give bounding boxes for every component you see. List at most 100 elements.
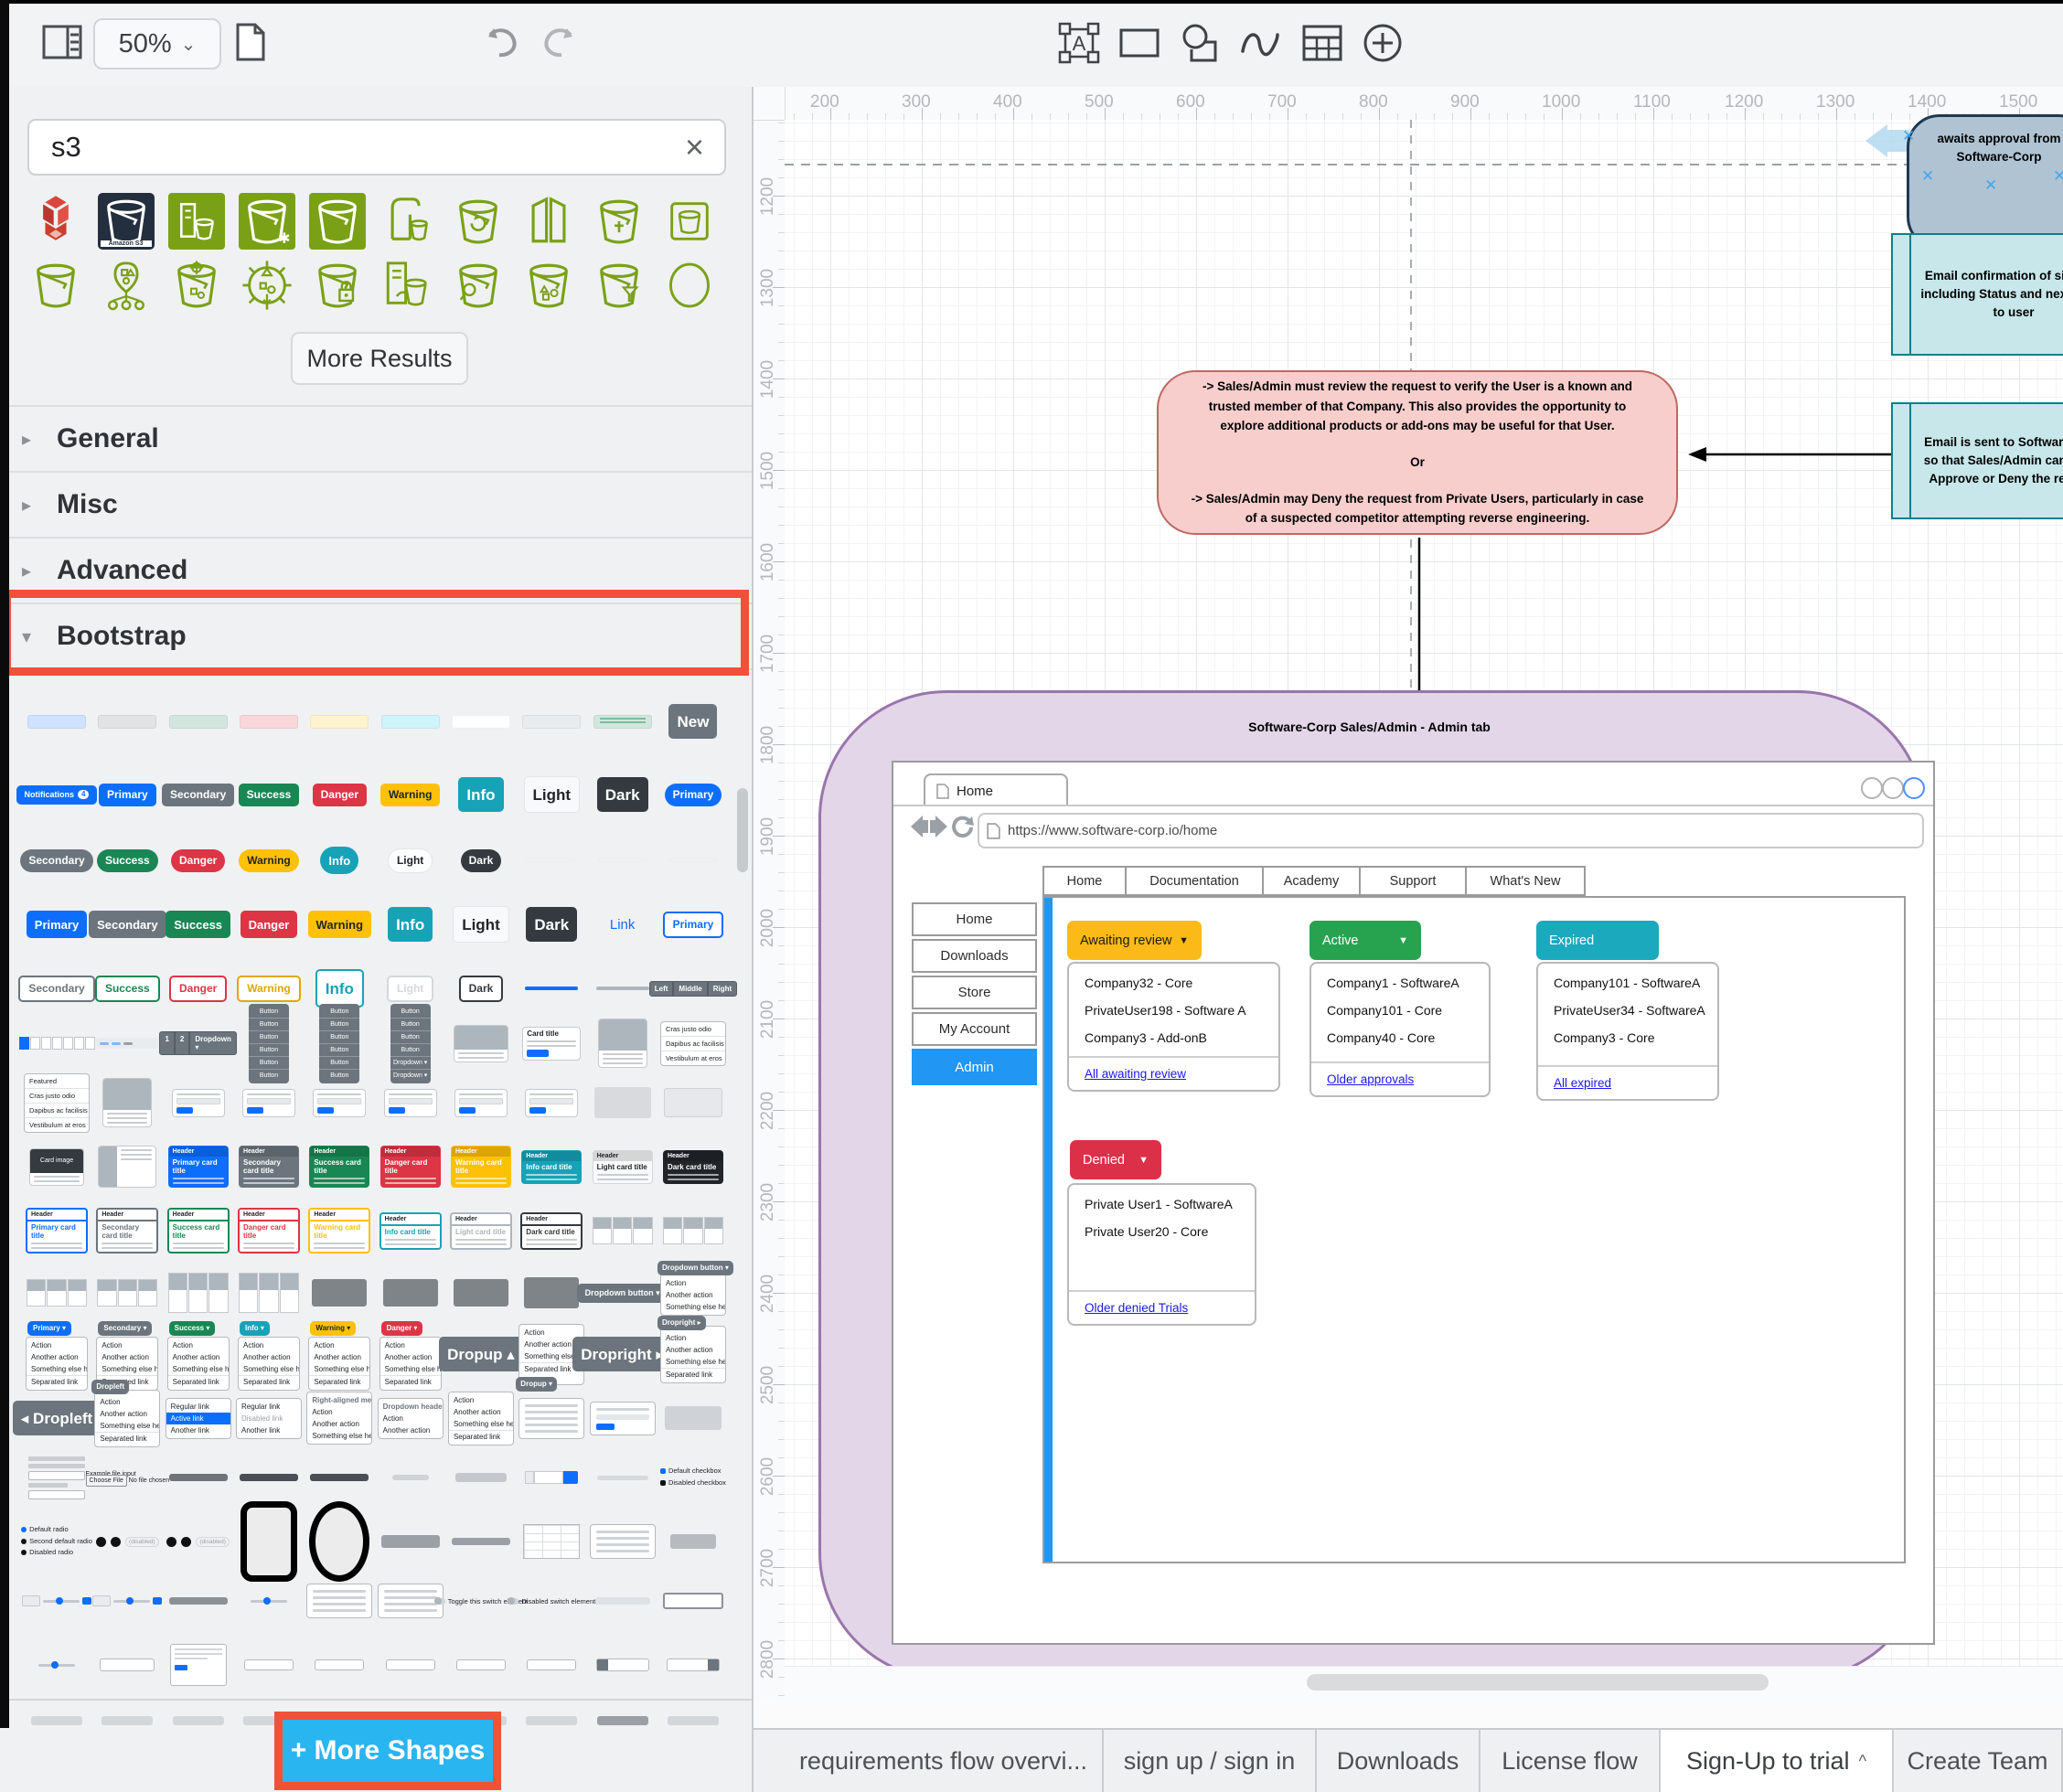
bootstrap-button-stack-shape[interactable]: ButtonButtonButtonButtonButtonButton bbox=[249, 1004, 289, 1083]
bootstrap-shape-thumbnail[interactable] bbox=[169, 1597, 228, 1605]
list-item[interactable]: Company3 - Add-onB bbox=[1069, 1024, 1278, 1051]
bootstrap-dropright--shape[interactable]: Dropright ▸ bbox=[572, 1337, 672, 1371]
side-nav-home[interactable]: Home bbox=[912, 902, 1037, 936]
side-nav-downloads[interactable]: Downloads bbox=[912, 939, 1037, 973]
bootstrap-danger-shape[interactable]: Danger bbox=[241, 911, 298, 938]
bootstrap-input-shape[interactable] bbox=[386, 1659, 435, 1670]
status-dropdown-active[interactable]: Active▼ bbox=[1309, 921, 1421, 960]
bootstrap-alert-shape[interactable] bbox=[593, 715, 652, 729]
bootstrap-shape-thumbnail[interactable] bbox=[597, 1476, 648, 1480]
list-item[interactable]: Company1 - SoftwareA bbox=[1311, 969, 1489, 997]
bootstrap-colored-card-shape[interactable]: Header Light card title bbox=[593, 1150, 653, 1184]
bootstrap-warning-shape[interactable]: Warning bbox=[239, 849, 299, 872]
s3-bucket-solid-icon[interactable] bbox=[302, 189, 372, 253]
bootstrap-danger-shape[interactable]: Danger bbox=[171, 849, 225, 872]
bootstrap-outline-card-shape[interactable]: Header Success card title bbox=[167, 1208, 230, 1253]
table-tool-button[interactable] bbox=[1297, 20, 1348, 66]
section-misc[interactable]: ▸ Misc bbox=[0, 471, 752, 537]
bootstrap-range-shape[interactable] bbox=[38, 1664, 75, 1667]
bootstrap-secondary-shape[interactable]: Secondary bbox=[89, 911, 166, 938]
s3-select-icon[interactable] bbox=[443, 253, 513, 317]
bootstrap-shape-thumbnail[interactable] bbox=[452, 1538, 510, 1545]
bootstrap-light-shape[interactable]: Light bbox=[524, 776, 581, 813]
bootstrap-form-card-shape[interactable] bbox=[525, 1089, 578, 1117]
bootstrap-card-image-shape[interactable] bbox=[102, 1078, 152, 1127]
bootstrap-shape-thumbnail[interactable] bbox=[381, 1535, 440, 1548]
bootstrap-table-shape[interactable] bbox=[523, 1524, 580, 1559]
bootstrap-card-group-shape[interactable] bbox=[168, 1273, 229, 1313]
bootstrap-dropdown-menu-shape[interactable] bbox=[590, 1524, 656, 1559]
list-item[interactable]: Private User1 - SoftwareA bbox=[1069, 1190, 1255, 1218]
bootstrap-outline-card-shape[interactable]: Header Primary card title bbox=[26, 1208, 88, 1253]
bootstrap-success-shape[interactable]: Success bbox=[166, 911, 230, 938]
bootstrap-shape-thumbnail[interactable] bbox=[597, 858, 648, 863]
bootstrap-primary-shape[interactable]: Primary bbox=[663, 912, 724, 938]
s3-batch-filter-icon[interactable] bbox=[583, 253, 654, 317]
bootstrap-colored-card-shape[interactable]: Header Warning card title bbox=[451, 1146, 511, 1188]
bootstrap-shape-thumbnail[interactable] bbox=[526, 1716, 577, 1725]
bootstrap-card-horizontal-shape[interactable] bbox=[98, 1146, 156, 1188]
bootstrap-range-shape[interactable] bbox=[251, 1600, 287, 1603]
s3-glacier-solid-icon[interactable]: ✱ bbox=[231, 189, 302, 253]
sidebar-scrollbar[interactable] bbox=[737, 788, 748, 872]
bootstrap-success-shape[interactable]: Success bbox=[95, 976, 160, 1002]
bootstrap-toggle-shape[interactable]: (disabled) bbox=[96, 1537, 159, 1547]
shape-email-sent[interactable]: Email is sent to Software-Corp so that S… bbox=[1891, 402, 2063, 519]
more-results-button[interactable]: More Results bbox=[291, 332, 468, 385]
bootstrap-dropdown-menu-shape[interactable]: Right-aligned menu ▾ActionAnother action… bbox=[306, 1392, 372, 1445]
bootstrap-input-shape[interactable] bbox=[100, 1659, 155, 1671]
section-bootstrap[interactable]: ▾ Bootstrap bbox=[0, 603, 752, 670]
bootstrap-danger-shape[interactable]: Danger bbox=[169, 976, 227, 1002]
bootstrap-toggle-shape[interactable]: (disabled) bbox=[166, 1537, 230, 1547]
page-tab-sign-up-sign-in[interactable]: sign up / sign in bbox=[1104, 1730, 1317, 1792]
bootstrap-alert-shape[interactable] bbox=[381, 715, 440, 729]
bootstrap-button-stack-shape[interactable]: ButtonButtonButtonButtonDropdown ▾Dropdo… bbox=[390, 1004, 431, 1083]
bootstrap-shape-thumbnail[interactable] bbox=[240, 1474, 298, 1481]
s3-objects-icon[interactable] bbox=[513, 253, 583, 317]
bootstrap-shape-thumbnail[interactable] bbox=[594, 1087, 651, 1118]
bootstrap-colored-card-shape[interactable]: Header Success card title bbox=[309, 1146, 369, 1188]
bootstrap-dropdown-menu-shape[interactable] bbox=[590, 1402, 656, 1435]
bootstrap-rounded-square-shape[interactable] bbox=[241, 1501, 297, 1582]
bootstrap-warning-shape[interactable]: Warning bbox=[308, 911, 372, 938]
site-tab-support[interactable]: Support bbox=[1359, 866, 1467, 896]
bootstrap-success-shape[interactable]: Success bbox=[97, 849, 158, 872]
rectangle-tool-button[interactable] bbox=[1114, 20, 1165, 66]
site-tab-academy[interactable]: Academy bbox=[1262, 866, 1361, 896]
bootstrap-outline-card-shape[interactable]: Header Light card title bbox=[450, 1212, 512, 1250]
bootstrap-dark-shape[interactable]: Dark bbox=[459, 976, 504, 1002]
bootstrap-divider-shape[interactable] bbox=[525, 987, 578, 990]
bootstrap-warning-shape[interactable]: Warning bbox=[237, 976, 301, 1002]
bootstrap-input-shape[interactable] bbox=[596, 1659, 649, 1671]
bootstrap-alert-shape[interactable] bbox=[27, 715, 86, 729]
page-tab-license-flow[interactable]: License flow bbox=[1480, 1730, 1661, 1792]
bootstrap-form-card-shape[interactable] bbox=[172, 1089, 225, 1117]
bootstrap-card-group-shape[interactable] bbox=[239, 1273, 299, 1313]
s3-inventory-icon[interactable] bbox=[372, 253, 443, 317]
s3-columns-icon[interactable] bbox=[513, 189, 583, 253]
bootstrap-shape-thumbnail[interactable] bbox=[524, 1277, 579, 1308]
bootstrap-dropdown-menu-shape[interactable] bbox=[518, 1398, 584, 1439]
bootstrap-card-group-shape[interactable] bbox=[593, 1217, 653, 1244]
list-item[interactable]: Company32 - Core bbox=[1069, 969, 1278, 997]
bootstrap-shape-thumbnail[interactable] bbox=[526, 858, 577, 863]
bootstrap-button-stack-shape[interactable]: ButtonButtonButtonButtonButtonButton bbox=[319, 1004, 359, 1083]
s3-object-box-icon[interactable] bbox=[654, 189, 724, 253]
bootstrap-input-group-shape[interactable] bbox=[525, 1471, 578, 1484]
bootstrap-dropdown-menu-shape[interactable]: ActionAnother actionSomething else hereS… bbox=[448, 1392, 514, 1445]
bootstrap-dark-shape[interactable]: Dark bbox=[526, 907, 577, 942]
bootstrap-switch-shape[interactable]: Disabled switch element bbox=[508, 1597, 595, 1605]
bootstrap-colored-card-shape[interactable]: Header Dark card title bbox=[663, 1150, 723, 1184]
bootstrap-shape-thumbnail[interactable] bbox=[31, 1716, 82, 1725]
bootstrap-outline-card-shape[interactable]: Header Dark card title bbox=[520, 1212, 583, 1250]
bootstrap-dropdown-menu-shape[interactable]: Dropdown button ▾ActionAnother actionSom… bbox=[660, 1271, 726, 1316]
bootstrap-card-image-shape[interactable] bbox=[598, 1019, 647, 1068]
s3-storage-solid-icon[interactable] bbox=[161, 189, 231, 253]
bootstrap-alert-shape[interactable] bbox=[98, 715, 156, 729]
page-tab-downloads[interactable]: Downloads bbox=[1317, 1730, 1480, 1792]
status-link[interactable]: All expired bbox=[1554, 1076, 1611, 1090]
bootstrap-colored-dropdown-shape[interactable]: Warning ▾ ActionAnother actionSomething … bbox=[308, 1318, 370, 1391]
bootstrap-breadcrumb-shape[interactable] bbox=[96, 1038, 158, 1049]
bootstrap-shape-thumbnail[interactable] bbox=[664, 1088, 722, 1117]
bootstrap-form-card-shape[interactable] bbox=[313, 1089, 366, 1117]
